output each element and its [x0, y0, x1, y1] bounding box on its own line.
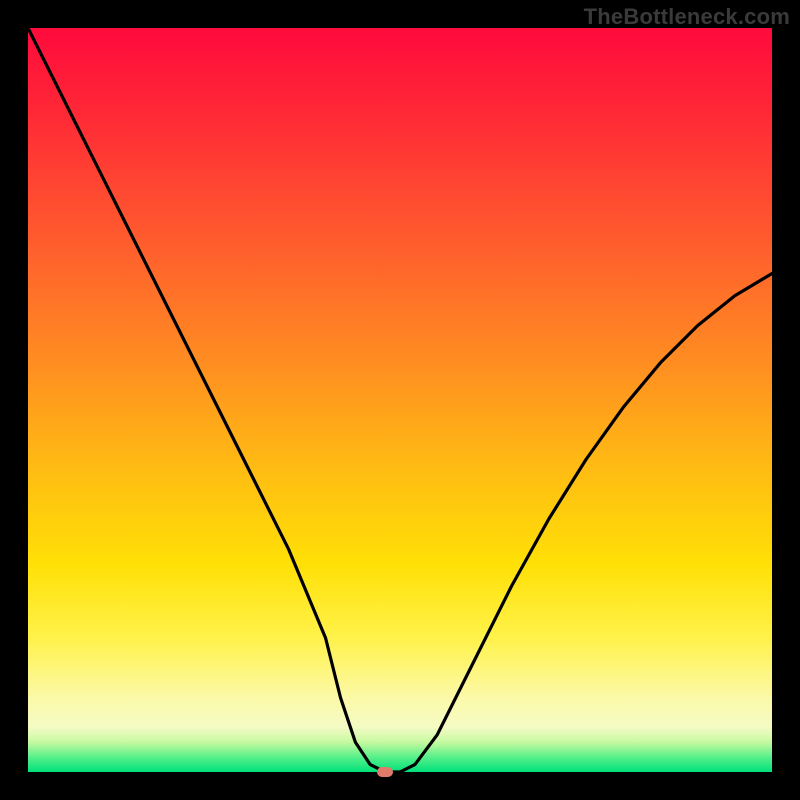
bottleneck-curve: [28, 28, 772, 772]
chart-frame: TheBottleneck.com: [0, 0, 800, 800]
watermark-text: TheBottleneck.com: [584, 4, 790, 30]
plot-area: [28, 28, 772, 772]
minimum-marker: [377, 767, 393, 777]
